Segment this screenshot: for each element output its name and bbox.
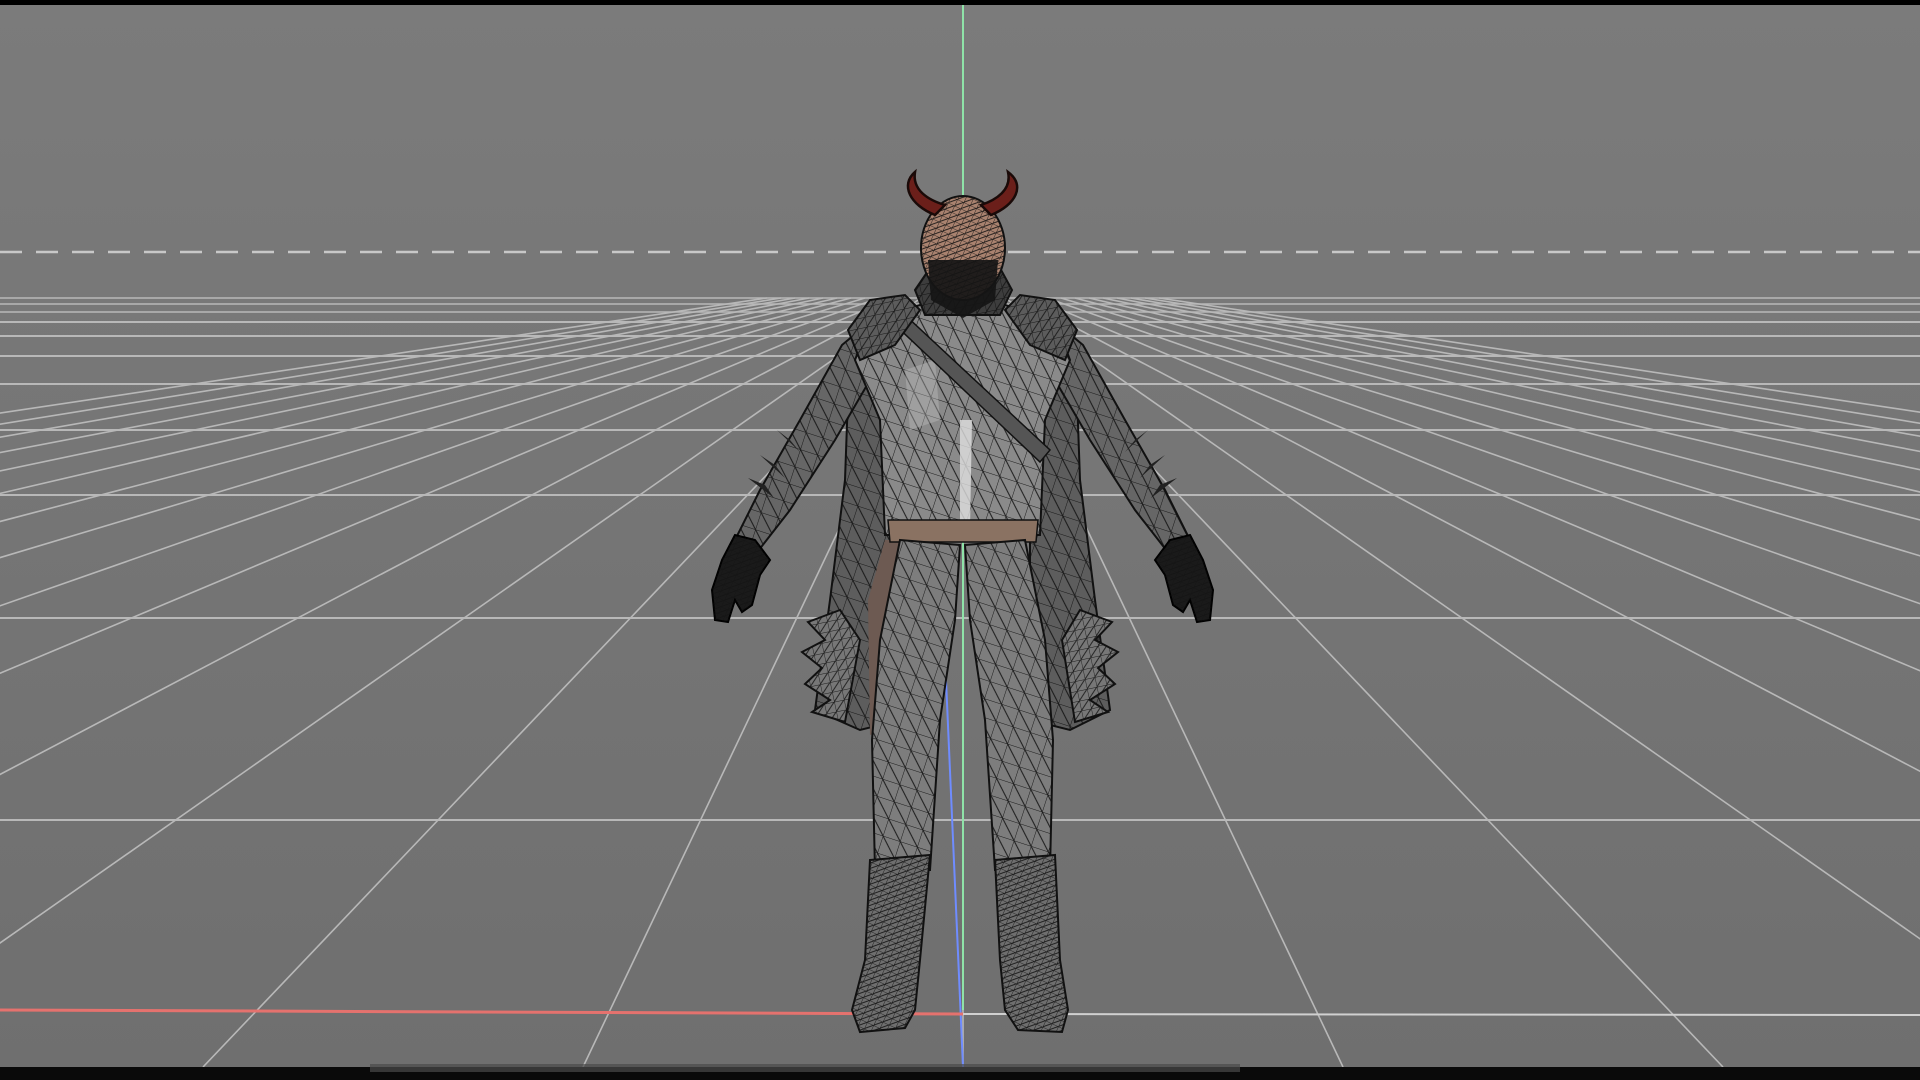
bottom-strip-shelf (370, 1064, 1240, 1072)
chest-highlight-left (905, 360, 940, 430)
viewport-canvas[interactable] (0, 0, 1920, 1080)
axis-x-grey (962, 1013, 1920, 1016)
chest-highlight (960, 420, 972, 535)
belt (887, 519, 1039, 543)
3d-viewport[interactable] (0, 0, 1920, 1080)
